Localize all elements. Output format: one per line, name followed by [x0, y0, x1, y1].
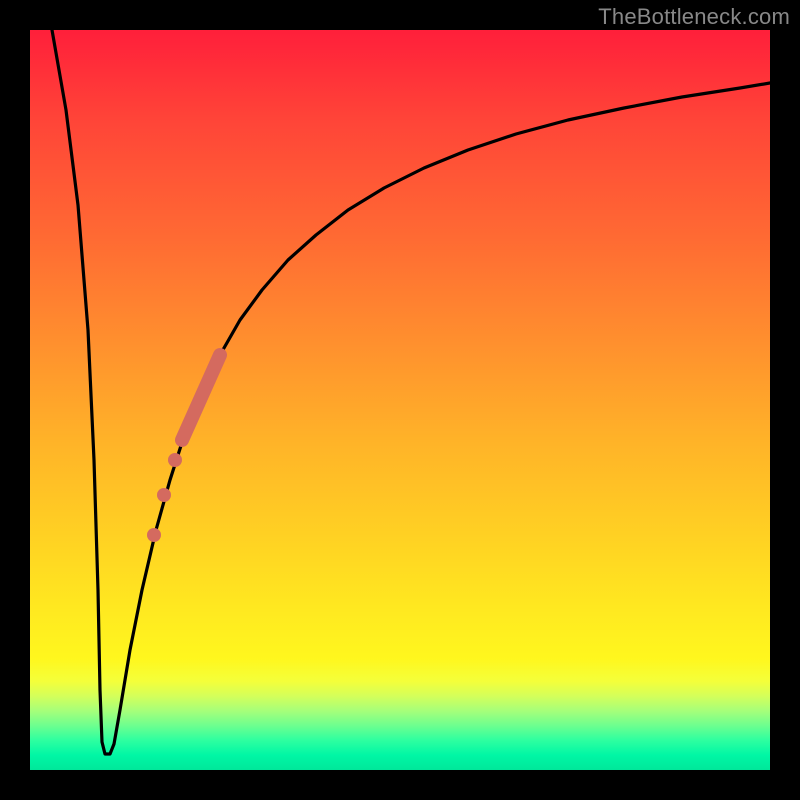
watermark-text: TheBottleneck.com [598, 4, 790, 30]
bottleneck-curve [52, 30, 770, 754]
marker-dot [147, 528, 161, 542]
marker-dot [168, 453, 182, 467]
curve-layer [30, 30, 770, 770]
chart-frame: TheBottleneck.com [0, 0, 800, 800]
highlight-segment [182, 355, 220, 440]
marker-dot [157, 488, 171, 502]
plot-area [30, 30, 770, 770]
